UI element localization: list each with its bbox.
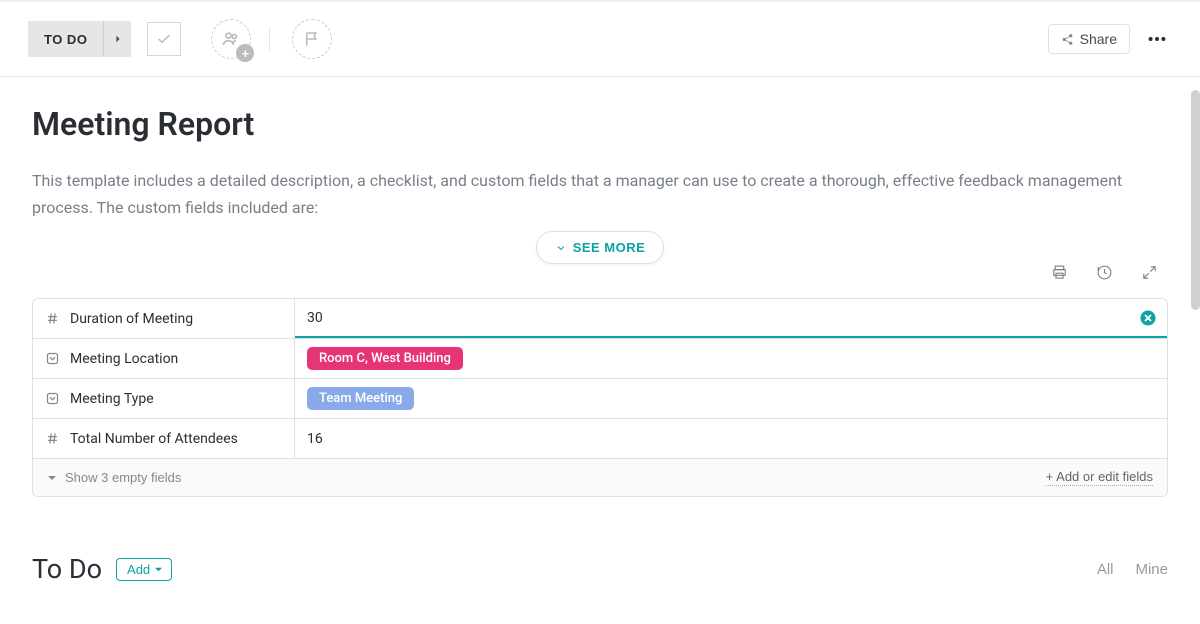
todo-section-header: To Do Add All Mine xyxy=(32,553,1168,593)
status-button[interactable]: TO DO xyxy=(28,21,103,57)
caret-down-icon xyxy=(154,565,163,574)
ellipsis-icon xyxy=(1146,28,1168,50)
caret-down-icon xyxy=(47,473,57,483)
share-icon xyxy=(1061,33,1074,46)
see-more-button[interactable]: SEE MORE xyxy=(536,231,665,264)
show-empty-label: Show 3 empty fields xyxy=(65,470,181,485)
field-tag: Team Meeting xyxy=(307,387,414,410)
clear-icon xyxy=(1139,309,1157,327)
page-title: Meeting Report xyxy=(32,105,1168,143)
add-button[interactable]: Add xyxy=(116,558,172,581)
field-label-text: Duration of Meeting xyxy=(70,311,193,327)
assignee-button[interactable]: + xyxy=(211,19,251,59)
number-icon xyxy=(45,431,60,446)
add-label: Add xyxy=(127,562,150,577)
plus-badge-icon: + xyxy=(236,44,254,62)
chevron-down-icon xyxy=(555,242,567,254)
field-value[interactable]: Team Meeting xyxy=(295,379,1167,418)
field-label[interactable]: Meeting Type xyxy=(33,379,295,418)
print-button[interactable] xyxy=(1049,262,1070,286)
complete-button[interactable] xyxy=(147,22,181,56)
field-label-text: Total Number of Attendees xyxy=(70,431,238,447)
field-row: Duration of Meeting 30 xyxy=(33,299,1167,339)
filter-all[interactable]: All xyxy=(1097,561,1114,578)
number-icon xyxy=(45,311,60,326)
history-icon xyxy=(1096,264,1113,281)
status-button-group: TO DO xyxy=(28,21,131,57)
field-label[interactable]: Total Number of Attendees xyxy=(33,419,295,458)
print-icon xyxy=(1051,264,1068,281)
priority-button[interactable] xyxy=(292,19,332,59)
more-options-button[interactable] xyxy=(1142,24,1172,54)
add-edit-fields-button[interactable]: + Add or edit fields xyxy=(1046,469,1153,486)
fields-footer: Show 3 empty fields + Add or edit fields xyxy=(33,459,1167,496)
field-row: Meeting Type Team Meeting xyxy=(33,379,1167,419)
field-value-text: 30 xyxy=(307,310,323,326)
field-value[interactable]: 30 xyxy=(295,299,1167,338)
flag-icon xyxy=(303,30,321,48)
field-value[interactable]: 16 xyxy=(295,419,1167,458)
share-label: Share xyxy=(1080,31,1117,47)
field-label-text: Meeting Location xyxy=(70,351,178,367)
page-description: This template includes a detailed descri… xyxy=(32,167,1168,221)
expand-icon xyxy=(1141,264,1158,281)
field-label[interactable]: Duration of Meeting xyxy=(33,299,295,338)
history-button[interactable] xyxy=(1094,262,1115,286)
filter-mine[interactable]: Mine xyxy=(1135,561,1168,578)
expand-button[interactable] xyxy=(1139,262,1160,286)
dropdown-icon xyxy=(45,351,60,366)
field-tag: Room C, West Building xyxy=(307,347,463,370)
check-icon xyxy=(156,31,172,47)
custom-fields-table: Duration of Meeting 30 Meeting Location xyxy=(32,298,1168,497)
toolbar: TO DO + Share xyxy=(0,2,1200,77)
divider xyxy=(269,27,270,51)
share-button[interactable]: Share xyxy=(1048,24,1130,54)
status-dropdown-button[interactable] xyxy=(103,21,131,57)
field-value[interactable]: Room C, West Building xyxy=(295,339,1167,378)
caret-right-icon xyxy=(114,35,122,43)
section-title: To Do xyxy=(32,553,102,585)
field-label-text: Meeting Type xyxy=(70,391,154,407)
field-row: Total Number of Attendees 16 xyxy=(33,419,1167,459)
show-empty-fields-button[interactable]: Show 3 empty fields xyxy=(47,470,181,485)
field-value-text: 16 xyxy=(307,431,323,447)
field-row: Meeting Location Room C, West Building xyxy=(33,339,1167,379)
clear-button[interactable] xyxy=(1139,309,1157,327)
see-more-label: SEE MORE xyxy=(573,240,646,255)
dropdown-icon xyxy=(45,391,60,406)
scrollbar[interactable] xyxy=(1191,90,1200,310)
field-label[interactable]: Meeting Location xyxy=(33,339,295,378)
